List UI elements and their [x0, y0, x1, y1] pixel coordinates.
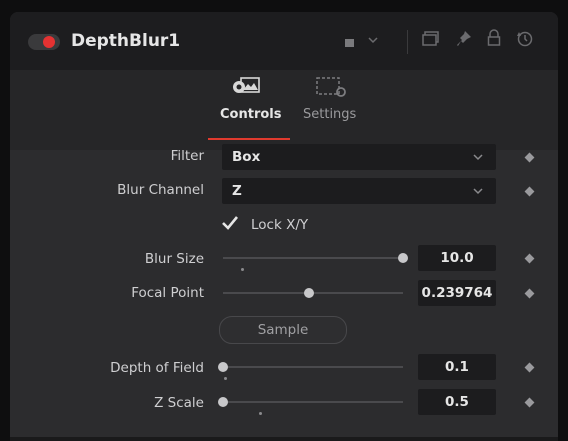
blur-size-label: Blur Size — [144, 251, 204, 267]
z-scale-slider-knob[interactable] — [218, 397, 228, 407]
tool-title: DepthBlur1 — [71, 31, 181, 51]
settings-icon — [315, 75, 349, 103]
chevron-down-icon[interactable] — [367, 31, 379, 50]
z-scale-value[interactable]: 0.5 — [418, 389, 496, 415]
filter-value: Box — [232, 149, 261, 165]
depth-of-field-slider[interactable] — [223, 366, 403, 368]
header-separator — [407, 30, 408, 54]
lock-xy-checkbox[interactable] — [221, 214, 239, 237]
slider-default-marker — [259, 412, 262, 415]
slider-default-marker — [241, 268, 244, 271]
panel-bottom-border — [10, 437, 558, 441]
blur-channel-dropdown[interactable]: Z — [222, 178, 496, 204]
blur-size-value[interactable]: 10.0 — [418, 245, 496, 271]
blur-size-slider[interactable] — [223, 257, 403, 259]
inspector-panel: DepthBlur1 Controls Settings Filter Box … — [10, 12, 558, 441]
controls-icon — [231, 75, 261, 103]
color-swatch-menu-icon[interactable] — [344, 34, 356, 53]
tab-settings-label: Settings — [303, 107, 357, 122]
tool-header: DepthBlur1 — [10, 12, 558, 70]
depth-of-field-slider-knob[interactable] — [218, 362, 228, 372]
lock-icon[interactable] — [487, 29, 501, 51]
tab-controls-label: Controls — [220, 107, 282, 122]
filter-dropdown[interactable]: Box — [222, 144, 496, 170]
blur-channel-label: Blur Channel — [117, 182, 204, 198]
version-icon[interactable] — [422, 31, 440, 51]
chevron-down-icon — [472, 181, 484, 201]
toggle-dot-icon — [43, 36, 55, 48]
reset-icon[interactable] — [516, 30, 534, 52]
blur-size-slider-knob[interactable] — [398, 253, 408, 263]
blur-channel-value: Z — [232, 183, 242, 199]
depth-of-field-label: Depth of Field — [110, 360, 204, 376]
tool-enable-toggle[interactable] — [28, 34, 60, 50]
lock-xy-label: Lock X/Y — [251, 217, 309, 233]
z-scale-label: Z Scale — [154, 395, 204, 411]
z-scale-slider[interactable] — [223, 401, 403, 403]
active-tab-indicator — [208, 138, 290, 140]
depth-of-field-value[interactable]: 0.1 — [418, 354, 496, 380]
chevron-down-icon — [472, 147, 484, 167]
slider-default-marker — [224, 377, 227, 380]
pin-icon[interactable] — [456, 30, 472, 52]
sample-button[interactable]: Sample — [219, 316, 347, 344]
focal-point-value[interactable]: 0.239764 — [418, 280, 496, 306]
filter-label: Filter — [170, 148, 204, 164]
focal-point-label: Focal Point — [131, 285, 204, 301]
